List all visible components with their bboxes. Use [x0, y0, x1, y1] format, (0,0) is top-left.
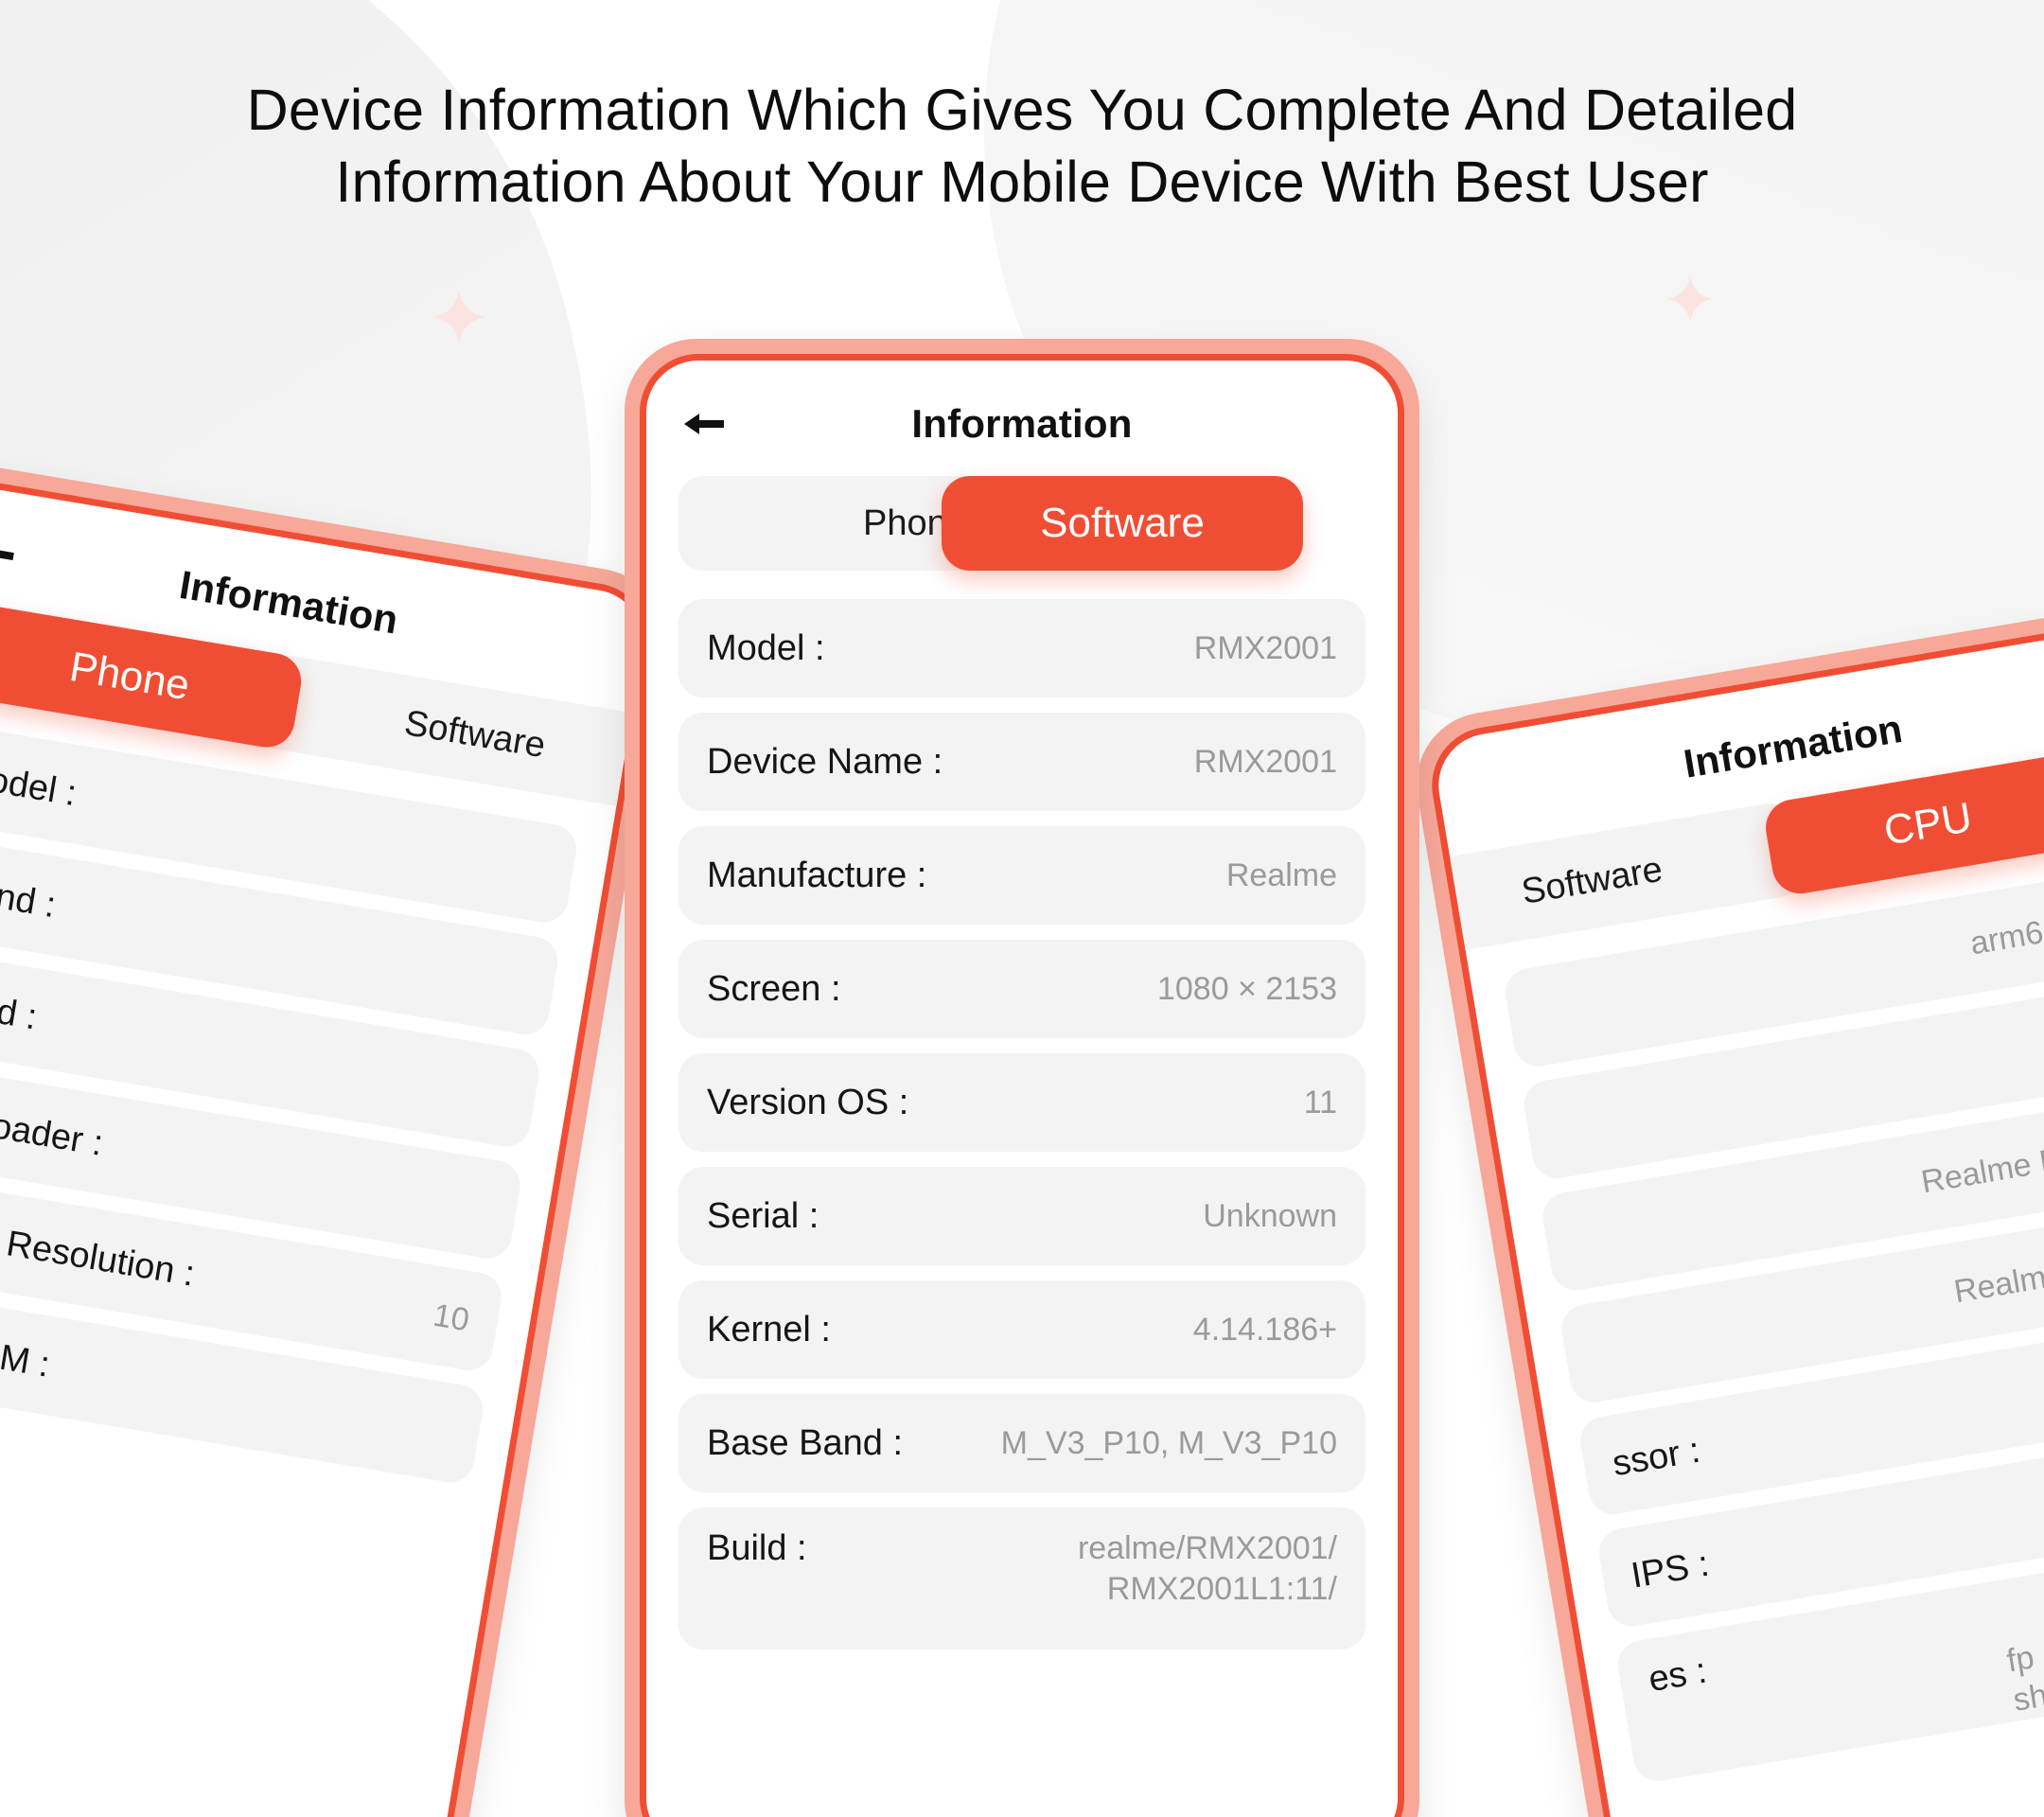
table-row[interactable]: Version OS : 11	[678, 1053, 1366, 1152]
row-label: Version OS :	[707, 1082, 909, 1122]
row-label: ssor :	[1609, 1430, 1703, 1484]
headline-line-2: Information About Your Mobile Device Wit…	[335, 150, 1709, 215]
page-title: Device Information Which Gives You Compl…	[0, 74, 2044, 219]
table-row[interactable]: Build : realme/RMX2001/ RMX2001L1:11/	[678, 1508, 1366, 1649]
row-value: RMX2001	[1193, 629, 1337, 666]
row-value: Unknown	[1203, 1197, 1337, 1234]
row-label: IPS :	[1628, 1544, 1712, 1596]
tab-software-center[interactable]: Software	[942, 476, 1303, 571]
table-row[interactable]: Base Band : M_V3_P10, M_V3_P10	[678, 1394, 1366, 1492]
app-screen-center: Information Phone Software Model : RMX20…	[646, 361, 1398, 1817]
phone-screen-bezel-right: Information Software CPU arm64-v8a Realm…	[1422, 617, 2044, 1817]
row-value: 1080 × 2153	[1156, 970, 1337, 1007]
screen-title-center: Information	[911, 401, 1133, 446]
row-label: Kernel :	[707, 1309, 831, 1350]
promo-canvas: Device Information Which Gives You Compl…	[0, 0, 2044, 1817]
row-value: 11	[1303, 1084, 1337, 1120]
row-label: Build :	[707, 1528, 807, 1568]
row-value: 10	[431, 1297, 472, 1339]
row-label: Base Band :	[707, 1422, 904, 1463]
phone-mockup-right: Information Software CPU arm64-v8a Realm…	[1405, 599, 2044, 1817]
row-label: Device Name :	[707, 741, 943, 782]
table-row[interactable]: Screen : 1080 × 2153	[678, 940, 1366, 1038]
row-label: es :	[1646, 1650, 1710, 1701]
tab-label: Software	[1518, 849, 1665, 912]
row-value: 4.14.186+	[1192, 1311, 1337, 1348]
app-screen-left: Information Software Phone Model : Brand…	[0, 481, 652, 1817]
row-value: Realme mt6785	[1951, 1256, 2044, 1311]
row-label: Screen :	[707, 968, 841, 1009]
phone-screen-bezel-center: Information Phone Software Model : RMX20…	[640, 354, 1404, 1817]
row-label: Manufacture :	[707, 855, 927, 895]
table-row[interactable]: Device Name : RMX2001	[678, 713, 1366, 811]
tab-label: Phone	[66, 643, 193, 710]
sparkle-icon	[431, 289, 487, 345]
row-value: M_V3_P10, M_V3_P10	[1000, 1424, 1337, 1461]
row-label: Serial :	[707, 1195, 819, 1236]
row-value: arm64-v8a	[1967, 900, 2044, 962]
phone-screen-bezel-left: Information Software Phone Model : Brand…	[0, 473, 660, 1817]
app-screen-right: Information Software CPU arm64-v8a Realm…	[1430, 625, 2044, 1817]
row-value: RMX2001	[1193, 743, 1337, 780]
row-value: 26.00 fp asimd evtstrm sha1 sha2 crc32 a…	[2003, 1623, 2044, 1719]
row-label: Screen Resolution :	[0, 1203, 198, 1295]
row-label: Model :	[0, 754, 79, 814]
info-list-right: arm64-v8a 3.2 Realme RM6785 Realme mt678…	[1502, 865, 2044, 1785]
phone-mockup-center: Information Phone Software Model : RMX20…	[625, 339, 1419, 1817]
info-list-left: Model : Brand : Board : Booltloader : Re…	[0, 721, 580, 1487]
tab-label: Software	[401, 702, 549, 766]
row-label: Total RAM :	[0, 1314, 53, 1385]
row-value: Realme RM6785	[1918, 1124, 2044, 1201]
phone-mockup-left: Information Software Phone Model : Brand…	[0, 455, 677, 1817]
tab-bar-center: Phone Software	[678, 476, 1366, 578]
table-row[interactable]: Model : RMX2001	[678, 599, 1366, 697]
tab-label: CPU	[1880, 794, 1976, 855]
tab-label: Software	[1040, 500, 1205, 546]
sparkle-icon	[1665, 274, 1715, 324]
table-row[interactable]: Serial : Unknown	[678, 1167, 1366, 1265]
row-label: Brand :	[0, 867, 59, 926]
table-row[interactable]: Kernel : 4.14.186+	[678, 1280, 1366, 1379]
row-value: realme/RMX2001/ RMX2001L1:11/	[1077, 1530, 1337, 1607]
row-value: Realme	[1225, 856, 1337, 893]
row-label: Booltloader :	[0, 1090, 106, 1164]
row-label: Board :	[0, 979, 41, 1038]
table-row[interactable]: Manufacture : Realme	[678, 826, 1366, 925]
headline-line-1: Device Information Which Gives You Compl…	[246, 78, 1798, 142]
info-list-center: Model : RMX2001 Device Name : RMX2001 Ma…	[678, 599, 1366, 1649]
app-topbar-center: Information	[678, 389, 1366, 459]
row-label: Model :	[707, 627, 825, 668]
